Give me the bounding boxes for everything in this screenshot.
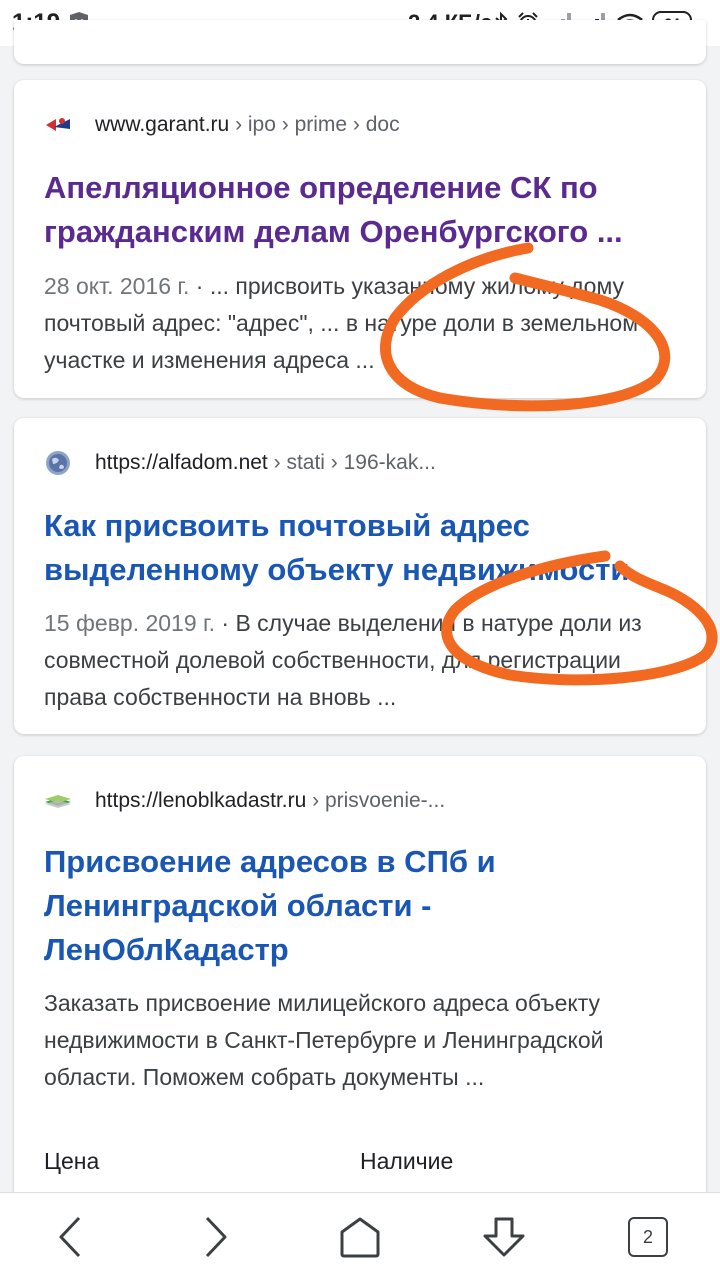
result-breadcrumb: › stati › 196-kak...	[267, 451, 436, 474]
result-url: https://lenoblkadastr.ru	[95, 789, 307, 812]
result-source[interactable]: https://lenoblkadastr.ru › prisvoenie-..…	[44, 786, 445, 816]
tabs-icon: 2	[628, 1217, 668, 1257]
home-icon	[340, 1217, 380, 1258]
result-title-link[interactable]: Апелляционное определение СК по гражданс…	[44, 166, 684, 254]
back-icon	[59, 1216, 81, 1258]
globe-icon	[44, 449, 72, 477]
download-button[interactable]	[478, 1211, 530, 1263]
result-snippet: 28 окт. 2016 г. · ... присвоить указанно…	[44, 268, 684, 379]
result-url: https://alfadom.net	[95, 451, 268, 474]
result-breadcrumb: › prisvoenie-...	[306, 789, 446, 812]
browser-nav-bar: 2	[0, 1192, 720, 1281]
search-result[interactable]: https://alfadom.net › stati › 196-kak...…	[14, 418, 706, 734]
availability-label: Наличие	[360, 1148, 454, 1174]
forward-button[interactable]	[190, 1211, 242, 1263]
previous-result-card[interactable]	[14, 20, 706, 64]
forward-icon	[205, 1216, 227, 1258]
search-result[interactable]: https://lenoblkadastr.ru › prisvoenie-..…	[14, 756, 706, 1216]
result-snippet: 15 февр. 2019 г. · В случае выделения в …	[44, 605, 684, 716]
result-title-link[interactable]: Как присвоить почтовый адрес выделенному…	[44, 504, 684, 592]
price-label: Цена	[44, 1148, 100, 1174]
home-button[interactable]	[334, 1211, 386, 1263]
result-date: 15 февр. 2019 г.	[44, 610, 216, 636]
result-title-link[interactable]: Присвоение адресов в СПб и Ленинградской…	[44, 840, 684, 972]
lenoblkadastr-favicon	[44, 787, 72, 815]
download-icon	[483, 1217, 525, 1257]
search-result[interactable]: www.garant.ru › ipo › prime › doc Апелля…	[14, 80, 706, 398]
result-url: www.garant.ru	[95, 113, 230, 136]
tabs-button[interactable]: 2	[622, 1211, 674, 1263]
back-button[interactable]	[44, 1211, 96, 1263]
result-snippet: Заказать присвоение милицейского адреса …	[44, 990, 604, 1090]
result-breadcrumb: › ipo › prime › doc	[229, 113, 400, 136]
garant-favicon	[44, 111, 72, 139]
result-date: 28 окт. 2016 г.	[44, 273, 190, 299]
result-source[interactable]: https://alfadom.net › stati › 196-kak...	[44, 448, 436, 478]
result-source[interactable]: www.garant.ru › ipo › prime › doc	[44, 110, 400, 140]
